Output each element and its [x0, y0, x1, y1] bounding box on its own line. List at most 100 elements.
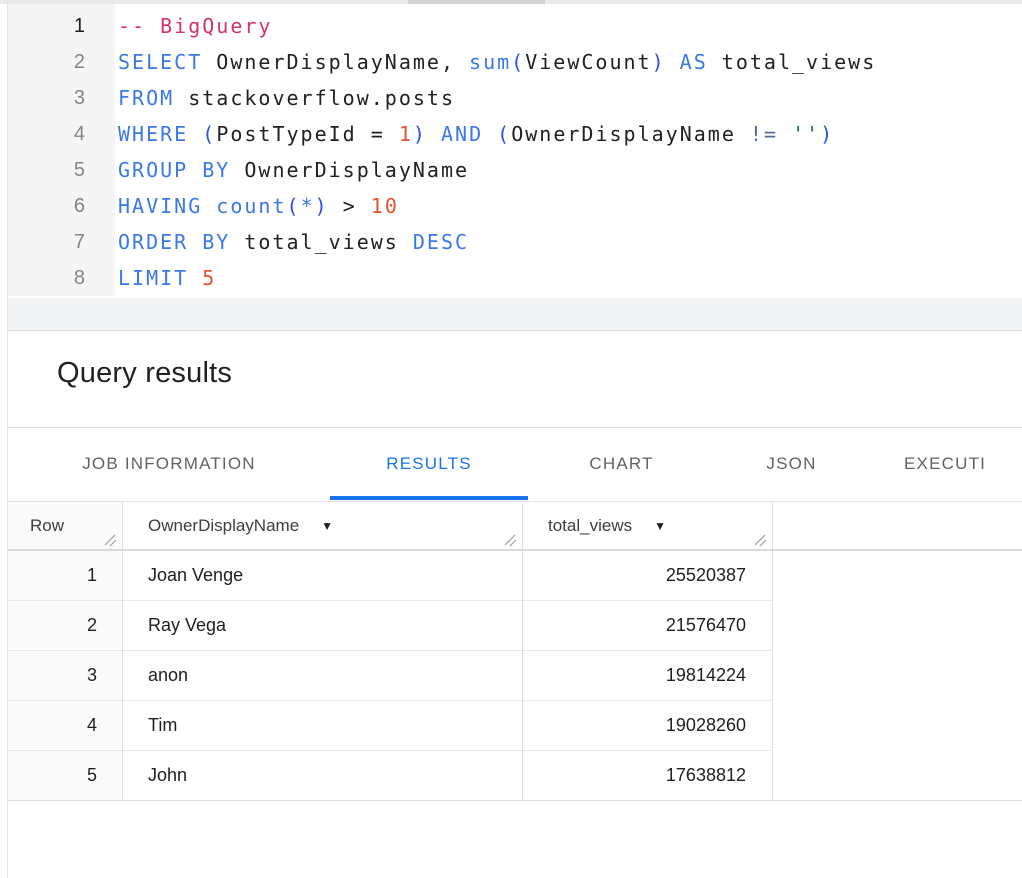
token-keyword: sum: [469, 50, 511, 74]
line-number: 6: [8, 188, 85, 224]
token-comment: -- BigQuery: [118, 14, 272, 38]
code-line[interactable]: 3 FROM stackoverflow.posts: [8, 80, 876, 116]
token-keyword: WHERE: [118, 122, 188, 146]
token-plain: [188, 122, 202, 146]
code-text: WHERE (PostTypeId = 1) AND (OwnerDisplay…: [118, 116, 834, 152]
token-bracket: ): [315, 194, 329, 218]
table-row: 5John17638812: [8, 751, 1022, 801]
token-bracket: ): [652, 50, 666, 74]
column-header-label: Row: [30, 516, 64, 536]
code-text: ORDER BY total_views DESC: [118, 224, 469, 260]
token-plain: total_views: [708, 50, 877, 74]
code-text: -- BigQuery: [118, 8, 272, 44]
token-keyword: LIMIT: [118, 266, 188, 290]
line-number: 5: [8, 152, 85, 188]
token-plain: stackoverflow.posts: [174, 86, 455, 110]
token-keyword: ORDER BY: [118, 230, 230, 254]
token-bracket: (: [497, 122, 511, 146]
cell-empty: [773, 701, 1022, 751]
table-row: 4Tim19028260: [8, 701, 1022, 751]
cell-total-views: 17638812: [523, 751, 773, 801]
token-keyword: DESC: [413, 230, 469, 254]
cell-row-number: 5: [8, 751, 123, 801]
line-number: 4: [8, 116, 85, 152]
code-text: SELECT OwnerDisplayName, sum(ViewCount) …: [118, 44, 876, 80]
cell-empty: [773, 751, 1022, 801]
cell-total-views: 19028260: [523, 701, 773, 751]
column-resize-grip-icon[interactable]: [502, 532, 518, 546]
cell-empty: [773, 551, 1022, 601]
token-operator: =: [371, 122, 385, 146]
tab-results[interactable]: RESULTS: [330, 428, 528, 500]
token-keyword: HAVING: [118, 194, 202, 218]
table-body: 1Joan Venge255203872Ray Vega215764703ano…: [8, 551, 1022, 801]
code-line[interactable]: 4WHERE (PostTypeId = 1) AND (OwnerDispla…: [8, 116, 876, 152]
token-operator-neq: !=: [750, 122, 778, 146]
tab-json[interactable]: JSON: [715, 428, 868, 500]
token-keyword: *: [301, 194, 315, 218]
pane-left-border: [7, 4, 8, 878]
code-line[interactable]: 2 SELECT OwnerDisplayName, sum(ViewCount)…: [8, 44, 876, 80]
code-line[interactable]: 1-- BigQuery: [8, 8, 876, 44]
sql-editor[interactable]: 1-- BigQuery2 SELECT OwnerDisplayName, su…: [0, 4, 1022, 298]
sort-arrow-icon[interactable]: ▼: [654, 519, 666, 533]
table-row: 3anon19814224: [8, 651, 1022, 701]
sort-arrow-icon[interactable]: ▼: [321, 519, 333, 533]
line-number: 8: [8, 260, 85, 296]
query-results-title: Query results: [57, 357, 232, 390]
results-tab-bar: JOB INFORMATIONRESULTSCHARTJSONEXECUTI: [8, 428, 1022, 500]
column-header-owner-display-name[interactable]: OwnerDisplayName ▼: [123, 502, 523, 549]
token-number: 10: [371, 194, 399, 218]
code-text: FROM stackoverflow.posts: [118, 80, 455, 116]
line-number: 2: [8, 44, 85, 80]
token-plain: [357, 194, 371, 218]
column-header-label: OwnerDisplayName: [148, 516, 299, 536]
column-header-empty: [773, 502, 1022, 549]
cell-total-views: 21576470: [523, 601, 773, 651]
column-header-total-views[interactable]: total_views ▼: [523, 502, 773, 549]
column-resize-grip-icon[interactable]: [752, 532, 768, 546]
bigquery-console: 1-- BigQuery2SELECT OwnerDisplayName, su…: [0, 0, 1022, 878]
cell-owner-display-name: John: [123, 751, 523, 801]
token-keyword: count: [216, 194, 286, 218]
token-plain: PostTypeId: [216, 122, 370, 146]
token-keyword: AS: [680, 50, 708, 74]
tab-executi[interactable]: EXECUTI: [868, 428, 1022, 500]
token-plain: [188, 266, 202, 290]
results-table: Row OwnerDisplayName ▼ total_views ▼ 1Joan V…: [8, 501, 1022, 801]
token-plain: [329, 194, 343, 218]
line-number: 7: [8, 224, 85, 260]
token-plain: OwnerDisplayName: [230, 158, 469, 182]
column-header-row[interactable]: Row: [8, 502, 123, 549]
code-text: GROUP BY OwnerDisplayName: [118, 152, 469, 188]
code-line[interactable]: 8LIMIT 5: [8, 260, 876, 296]
editor-bottom-band: [8, 298, 1022, 330]
token-plain: OwnerDisplayName: [511, 122, 750, 146]
code-line[interactable]: 5 GROUP BY OwnerDisplayName: [8, 152, 876, 188]
table-header-row: Row OwnerDisplayName ▼ total_views ▼: [8, 502, 1022, 551]
token-plain: [483, 122, 497, 146]
line-number: 3: [8, 80, 85, 116]
cell-owner-display-name: Tim: [123, 701, 523, 751]
token-bracket: ): [820, 122, 834, 146]
tab-job-information[interactable]: JOB INFORMATION: [8, 428, 330, 500]
cell-row-number: 2: [8, 601, 123, 651]
token-plain: [427, 122, 441, 146]
column-header-label: total_views: [548, 516, 632, 536]
cell-row-number: 4: [8, 701, 123, 751]
token-plain: [385, 122, 399, 146]
token-keyword: FROM: [118, 86, 174, 110]
column-resize-grip-icon[interactable]: [102, 532, 118, 546]
cell-empty: [773, 651, 1022, 701]
token-plain: OwnerDisplayName,: [202, 50, 469, 74]
tab-chart[interactable]: CHART: [528, 428, 715, 500]
token-plain: [202, 194, 216, 218]
table-row: 1Joan Venge25520387: [8, 551, 1022, 601]
code-line[interactable]: 6HAVING count(*) > 10: [8, 188, 876, 224]
token-keyword: AND: [441, 122, 483, 146]
cell-row-number: 1: [8, 551, 123, 601]
code-line[interactable]: 7 ORDER BY total_views DESC: [8, 224, 876, 260]
cell-owner-display-name: anon: [123, 651, 523, 701]
cell-owner-display-name: Ray Vega: [123, 601, 523, 651]
token-keyword: GROUP BY: [118, 158, 230, 182]
